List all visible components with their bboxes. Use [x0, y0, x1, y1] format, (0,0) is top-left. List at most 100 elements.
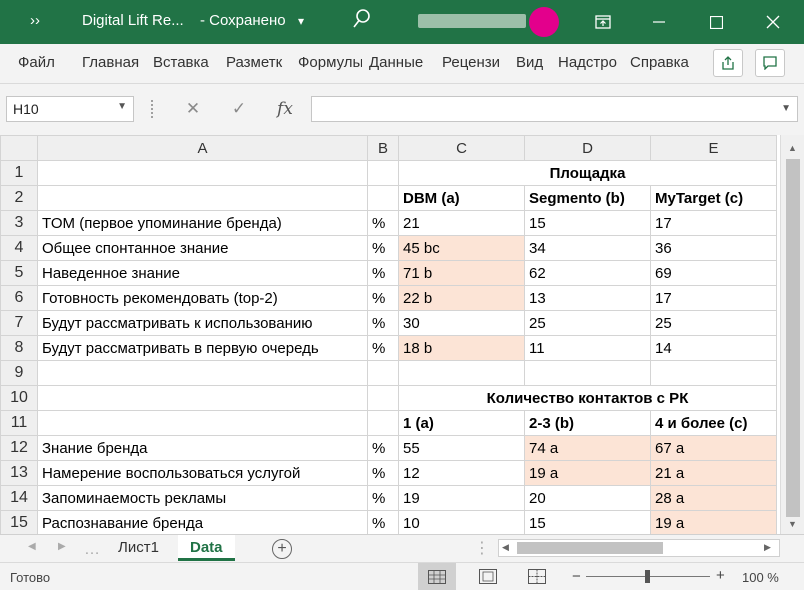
column-header-d[interactable]: D [524, 135, 651, 161]
cell[interactable] [524, 360, 651, 386]
cell[interactable] [367, 160, 399, 186]
cell[interactable] [37, 185, 368, 211]
cell[interactable] [37, 360, 368, 386]
value-cell[interactable]: 13 [524, 285, 651, 311]
column-header-b[interactable]: B [367, 135, 399, 161]
column-header-c[interactable]: C [398, 135, 525, 161]
row-label[interactable]: Знание бренда [37, 435, 368, 461]
sheet-tabs-overflow-icon[interactable]: … [84, 541, 100, 559]
value-cell[interactable]: 67 a [650, 435, 777, 461]
scroll-up-icon[interactable]: ▲ [788, 143, 797, 153]
minimize-icon[interactable] [636, 0, 682, 44]
unit-cell[interactable]: % [367, 235, 399, 261]
row-header[interactable]: 4 [0, 235, 38, 261]
scroll-down-icon[interactable]: ▼ [788, 519, 797, 529]
name-box[interactable]: H10 ▼ [6, 96, 134, 122]
unit-cell[interactable]: % [367, 260, 399, 286]
cell[interactable] [367, 185, 399, 211]
value-cell[interactable]: 21 a [650, 460, 777, 486]
scroll-right-icon[interactable]: ▶ [764, 542, 771, 553]
column-header-e[interactable]: E [650, 135, 777, 161]
tab-page-layout[interactable]: Разметк [226, 54, 290, 71]
tab-view[interactable]: Вид [516, 54, 543, 71]
header-segmento[interactable]: Segmento (b) [524, 185, 651, 211]
zoom-out-icon[interactable]: − [572, 568, 581, 585]
comments-icon[interactable] [755, 49, 785, 77]
unit-cell[interactable]: % [367, 460, 399, 486]
value-cell[interactable]: 74 a [524, 435, 651, 461]
unit-cell[interactable]: % [367, 435, 399, 461]
value-cell[interactable]: 21 [398, 210, 525, 236]
row-label[interactable]: TOM (первое упоминание бренда) [37, 210, 368, 236]
zoom-level[interactable]: 100 % [742, 570, 779, 585]
expand-formula-bar-icon[interactable]: ▼ [781, 103, 791, 114]
value-cell[interactable]: 20 [524, 485, 651, 511]
row-header[interactable]: 9 [0, 360, 38, 386]
row-header[interactable]: 13 [0, 460, 38, 486]
value-cell[interactable]: 62 [524, 260, 651, 286]
row-header[interactable]: 10 [0, 385, 38, 411]
value-cell[interactable]: 22 b [398, 285, 525, 311]
unit-cell[interactable]: % [367, 335, 399, 361]
header-contacts-1[interactable]: 1 (a) [398, 410, 525, 436]
row-header[interactable]: 7 [0, 310, 38, 336]
row-header[interactable]: 2 [0, 185, 38, 211]
row-label[interactable]: Распознавание бренда [37, 510, 368, 534]
row-label[interactable]: Общее спонтанное знание [37, 235, 368, 261]
horizontal-scrollbar[interactable]: ◀ ▶ [498, 539, 780, 557]
row-label[interactable]: Будут рассматривать в первую очередь [37, 335, 368, 361]
value-cell[interactable]: 55 [398, 435, 525, 461]
value-cell[interactable]: 25 [524, 310, 651, 336]
row-header[interactable]: 8 [0, 335, 38, 361]
value-cell[interactable]: 14 [650, 335, 777, 361]
tab-formulas[interactable]: Формулы [298, 54, 362, 71]
cell[interactable] [367, 385, 399, 411]
tab-file[interactable]: Файл [18, 54, 55, 71]
page-layout-view-icon[interactable] [479, 569, 497, 587]
header-platform[interactable]: Площадка [398, 160, 777, 186]
value-cell[interactable]: 17 [650, 210, 777, 236]
value-cell[interactable]: 19 [398, 485, 525, 511]
value-cell[interactable]: 15 [524, 210, 651, 236]
value-cell[interactable]: 45 bc [398, 235, 525, 261]
header-dbm[interactable]: DBM (a) [398, 185, 525, 211]
tab-home[interactable]: Главная [82, 54, 139, 71]
cancel-icon[interactable]: ✕ [176, 96, 210, 122]
value-cell[interactable]: 34 [524, 235, 651, 261]
row-header[interactable]: 12 [0, 435, 38, 461]
spreadsheet-grid[interactable]: A B C D E 1 Площадка 2 DBM (a) Segmento … [0, 135, 804, 534]
header-contacts[interactable]: Количество контактов с РК [398, 385, 777, 411]
tab-addins[interactable]: Надстро [558, 54, 622, 71]
quick-access-overflow[interactable]: ›› [30, 12, 40, 29]
tab-insert[interactable]: Вставка [153, 54, 209, 71]
add-sheet-icon[interactable]: + [272, 539, 292, 559]
value-cell[interactable]: 19 a [524, 460, 651, 486]
value-cell[interactable]: 12 [398, 460, 525, 486]
unit-cell[interactable]: % [367, 285, 399, 311]
value-cell[interactable]: 28 a [650, 485, 777, 511]
value-cell[interactable]: 25 [650, 310, 777, 336]
document-title[interactable]: Digital Lift Re... [82, 12, 184, 29]
cell[interactable] [367, 410, 399, 436]
zoom-slider-thumb[interactable] [645, 570, 650, 583]
enter-icon[interactable]: ✓ [222, 96, 256, 122]
search-icon[interactable] [352, 8, 372, 34]
horizontal-scroll-thumb[interactable] [517, 542, 663, 554]
value-cell[interactable]: 10 [398, 510, 525, 534]
row-label[interactable]: Готовность рекомендовать (top-2) [37, 285, 368, 311]
value-cell[interactable]: 15 [524, 510, 651, 534]
cell[interactable] [367, 360, 399, 386]
name-box-dropdown-icon[interactable]: ▼ [117, 101, 127, 112]
row-header[interactable]: 11 [0, 410, 38, 436]
tab-splitter-icon[interactable]: ⋮ [474, 538, 490, 558]
formula-bar-splitter[interactable] [151, 100, 154, 118]
row-header[interactable]: 6 [0, 285, 38, 311]
value-cell[interactable]: 69 [650, 260, 777, 286]
cell[interactable] [398, 360, 525, 386]
insert-function-icon[interactable]: fx [268, 96, 302, 122]
row-label[interactable]: Запоминаемость рекламы [37, 485, 368, 511]
close-icon[interactable] [750, 0, 796, 44]
cell[interactable] [37, 385, 368, 411]
next-sheet-icon[interactable]: ▶ [58, 541, 66, 552]
row-header[interactable]: 5 [0, 260, 38, 286]
